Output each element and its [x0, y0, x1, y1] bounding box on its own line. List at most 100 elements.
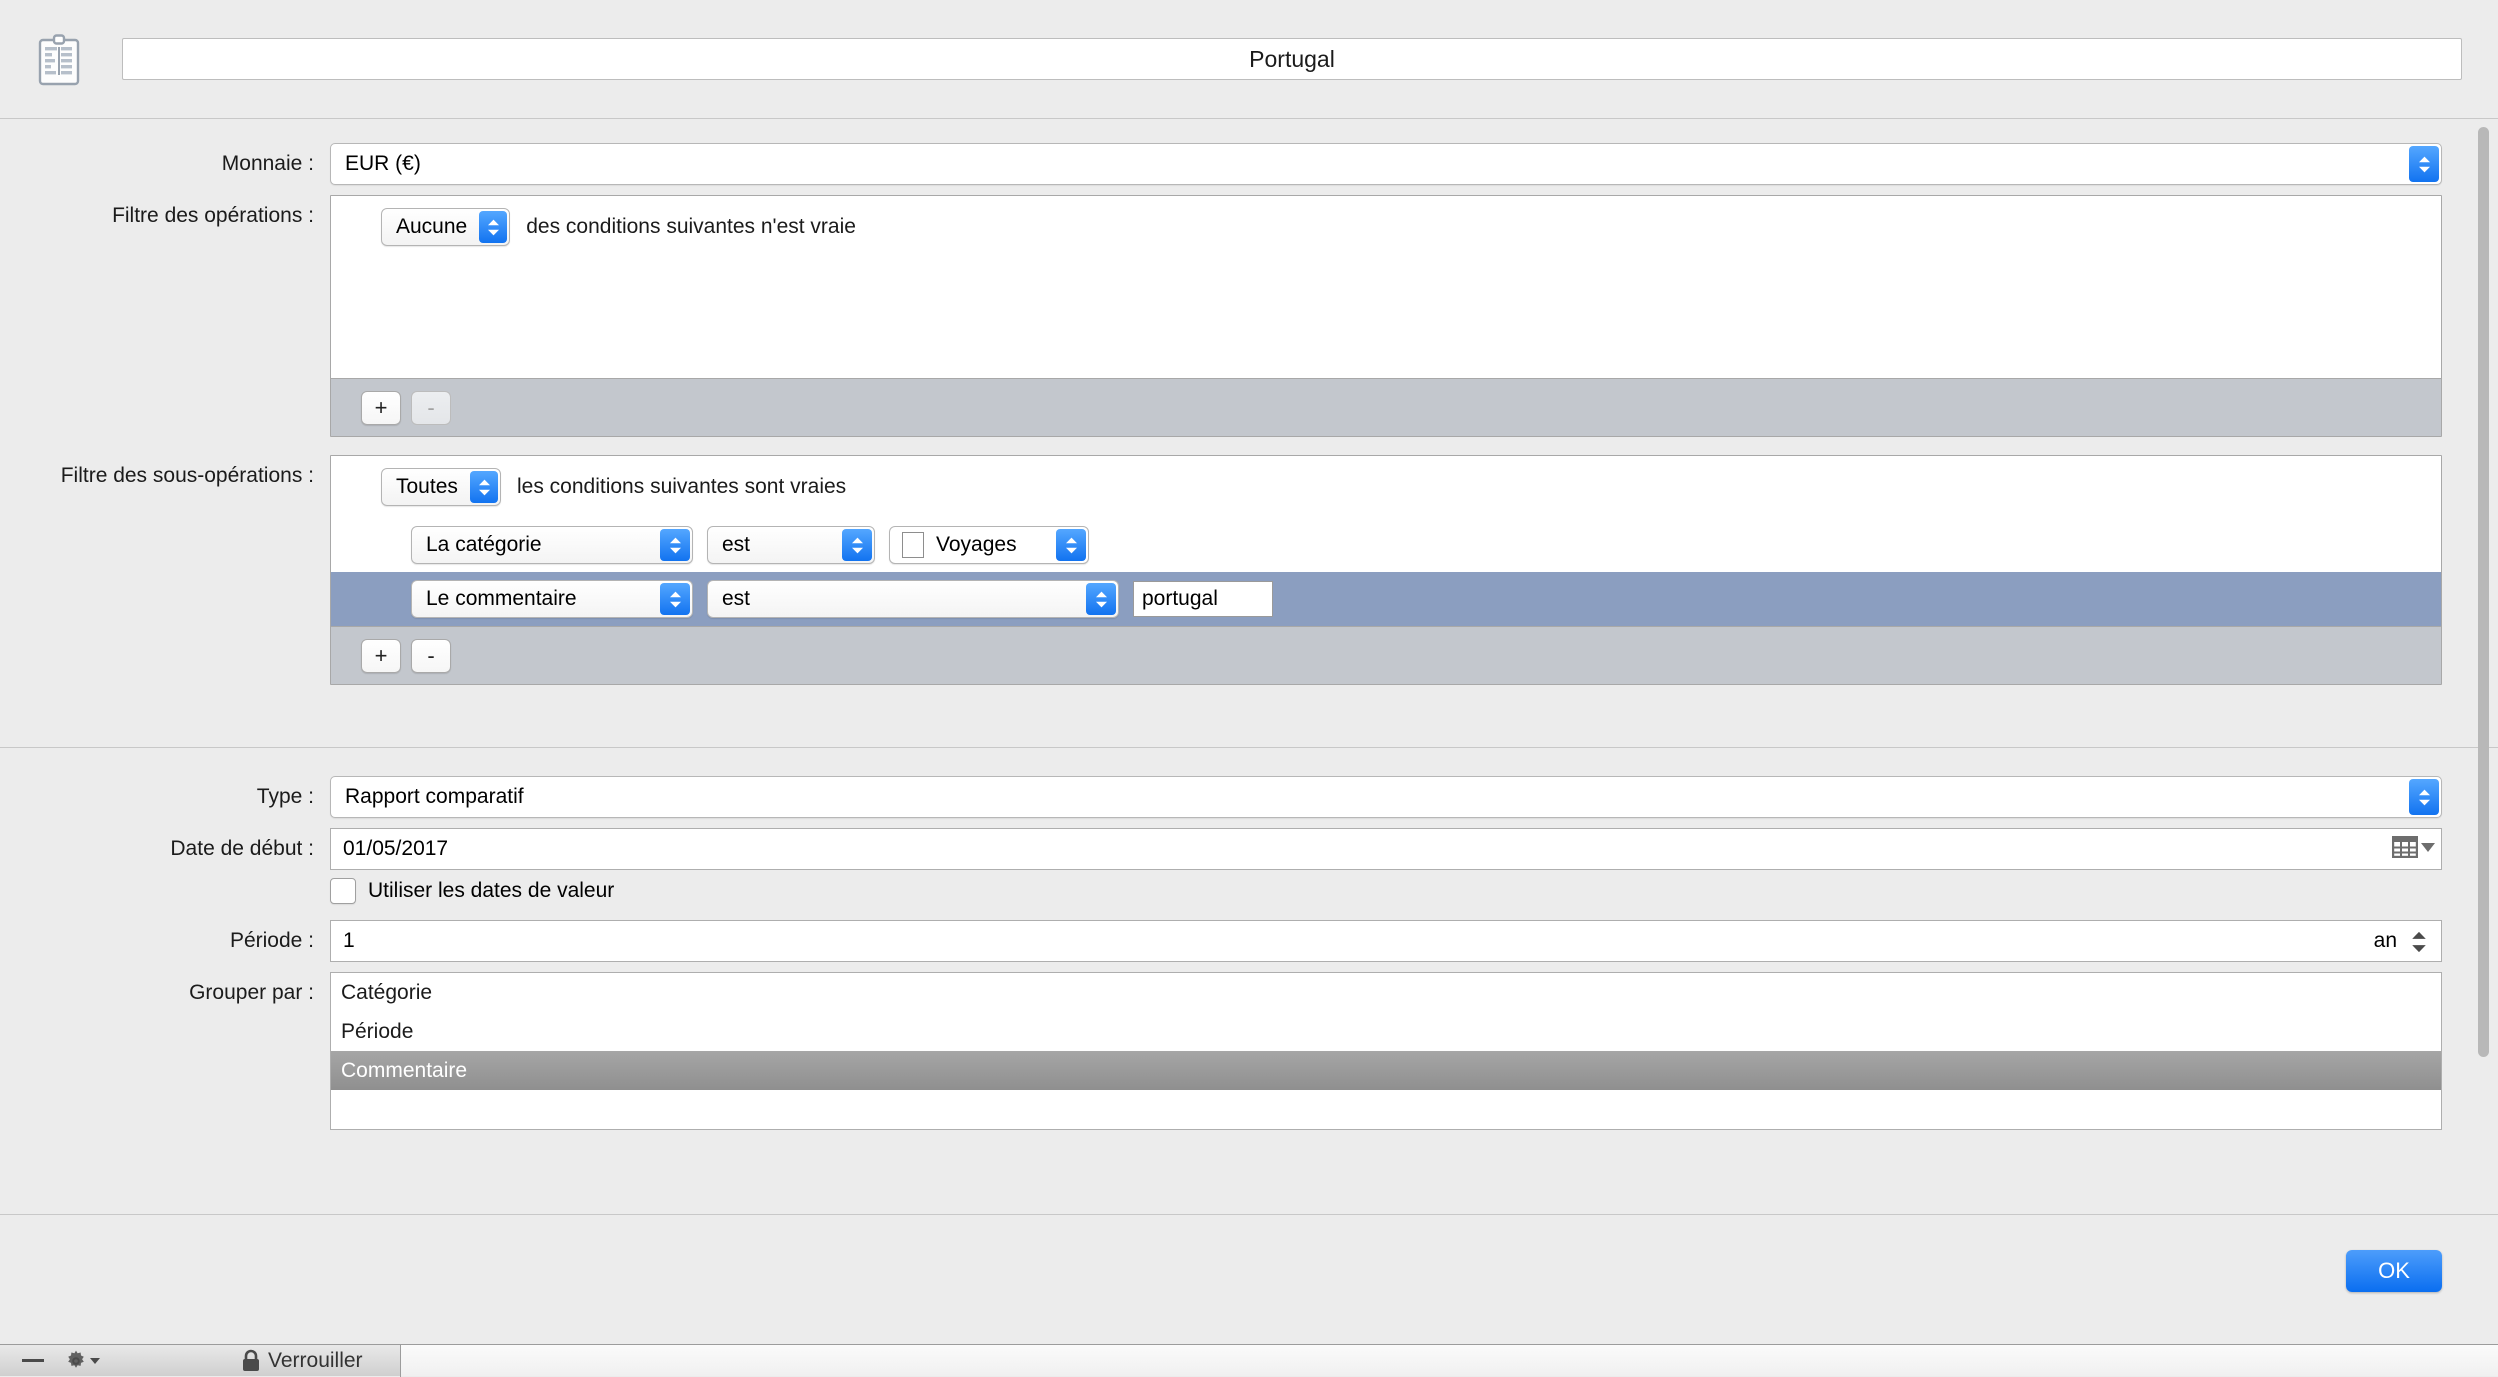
lock-label: Verrouiller — [268, 1348, 363, 1372]
condition-field-value: La catégorie — [426, 533, 542, 556]
lock-icon — [243, 1349, 259, 1371]
date-picker-button[interactable] — [2392, 836, 2435, 858]
condition-category-select[interactable]: Voyages — [889, 526, 1089, 564]
type-select[interactable]: Rapport comparatif — [330, 776, 2442, 818]
ok-button[interactable]: OK — [2346, 1249, 2442, 1292]
condition-operator-value: est — [722, 533, 751, 556]
condition-operator-select[interactable]: est — [707, 526, 875, 564]
condition-category-value: Voyages — [936, 533, 1017, 556]
condition-operator-value: est — [722, 587, 751, 610]
suboperations-match-mode-select[interactable]: Toutes — [381, 468, 501, 506]
group-by-listbox[interactable]: Catégorie Période Commentaire — [330, 972, 2442, 1130]
operations-filter-header: Aucune des conditions suivantes n'est vr… — [331, 196, 2441, 258]
remove-item-button[interactable] — [22, 1359, 44, 1362]
chevron-updown-icon[interactable] — [2409, 779, 2439, 815]
type-value: Rapport comparatif — [345, 785, 524, 808]
condition-text-value: portugal — [1142, 587, 1218, 610]
currency-select[interactable]: EUR (€) — [330, 143, 2442, 185]
operations-filter-row: Filtre des opérations : Aucune des condi… — [0, 195, 2498, 437]
condition-operator-select[interactable]: est — [707, 580, 1119, 618]
settings-menu-button[interactable] — [64, 1349, 100, 1373]
chevron-updown-icon[interactable] — [660, 583, 690, 615]
report-title-value: Portugal — [1249, 45, 1335, 72]
operations-remove-condition-button: - — [411, 390, 451, 425]
suboperations-add-label: + — [374, 642, 388, 668]
suboperations-filter-footer: + - — [331, 626, 2441, 684]
period-value: 1 — [343, 929, 355, 952]
ok-button-label: OK — [2378, 1257, 2410, 1283]
operations-add-condition-button[interactable]: + — [361, 390, 401, 425]
chevron-updown-icon[interactable] — [2409, 146, 2439, 182]
start-date-input[interactable]: 01/05/2017 — [330, 828, 2442, 870]
stepper-down-icon[interactable] — [2411, 944, 2427, 953]
chevron-updown-icon[interactable] — [660, 529, 690, 561]
gear-icon — [68, 1350, 84, 1368]
use-value-dates-checkbox[interactable] — [330, 878, 356, 904]
use-value-dates-row[interactable]: Utiliser les dates de valeur — [330, 878, 2442, 904]
type-label: Type : — [256, 785, 314, 808]
currency-row: Monnaie : EUR (€) — [0, 143, 2498, 185]
condition-row[interactable]: Le commentaire est portugal — [331, 572, 2441, 626]
operations-filter-footer: + - — [331, 378, 2441, 436]
scrollbar-track[interactable] — [2474, 127, 2492, 1207]
chevron-down-icon — [90, 1357, 100, 1364]
type-row: Type : Rapport comparatif — [0, 776, 2498, 818]
dialog-footer: OK — [0, 1214, 2498, 1326]
period-row: Période : 1 an — [0, 920, 2498, 962]
condition-field-value: Le commentaire — [426, 587, 577, 610]
group-by-row: Grouper par : Catégorie Période Commenta… — [0, 972, 2498, 1130]
start-date-row: Date de début : 01/05/2017 Utiliser les … — [0, 828, 2498, 910]
operations-add-label: + — [374, 394, 388, 420]
chevron-down-icon — [2421, 842, 2435, 852]
report-options-panel: Type : Rapport comparatif Date de début … — [0, 748, 2498, 1130]
chevron-updown-icon[interactable] — [479, 211, 508, 243]
report-title-input[interactable]: Portugal — [122, 38, 2462, 80]
chevron-updown-icon[interactable] — [470, 471, 498, 503]
calendar-icon — [2392, 836, 2418, 858]
operations-match-text: des conditions suivantes n'est vraie — [526, 215, 856, 238]
condition-text-input[interactable]: portugal — [1133, 581, 1273, 617]
chevron-updown-icon[interactable] — [842, 529, 872, 561]
period-stepper[interactable] — [2409, 929, 2429, 955]
list-item-label: Période — [341, 1019, 414, 1043]
list-item-empty[interactable] — [331, 1090, 2441, 1129]
lock-button[interactable]: Verrouiller — [240, 1349, 363, 1373]
stepper-up-icon[interactable] — [2411, 931, 2427, 940]
operations-match-mode-select[interactable]: Aucune — [381, 208, 511, 246]
list-item[interactable]: Période — [331, 1012, 2441, 1051]
operations-filter-label: Filtre des opérations : — [112, 204, 314, 227]
dialog-titlebar: Portugal — [0, 0, 2498, 118]
statusbar-right — [401, 1345, 2498, 1376]
currency-label: Monnaie : — [221, 152, 314, 175]
scrollbar-thumb[interactable] — [2478, 127, 2489, 1057]
condition-field-select[interactable]: La catégorie — [411, 526, 693, 564]
currency-value: EUR (€) — [345, 152, 421, 175]
chevron-updown-icon[interactable] — [1056, 529, 1086, 561]
condition-row[interactable]: La catégorie est Voyages — [331, 518, 2441, 572]
group-by-label: Grouper par : — [189, 981, 314, 1004]
category-color-swatch-icon — [902, 532, 924, 558]
suboperations-remove-condition-button[interactable]: - — [411, 638, 451, 673]
list-item-label: Catégorie — [341, 980, 433, 1004]
list-item[interactable]: Catégorie — [331, 973, 2441, 1012]
list-item[interactable]: Commentaire — [331, 1051, 2441, 1090]
suboperations-match-mode-value: Toutes — [396, 475, 458, 498]
condition-field-select[interactable]: Le commentaire — [411, 580, 693, 618]
operations-filter-body: Aucune des conditions suivantes n'est vr… — [331, 196, 2441, 378]
statusbar-left: Verrouiller — [0, 1345, 400, 1376]
chevron-updown-icon[interactable] — [1086, 583, 1116, 615]
period-label: Période : — [229, 929, 314, 952]
suboperations-filter-label: Filtre des sous-opérations : — [60, 464, 314, 487]
start-date-label: Date de début : — [170, 837, 314, 860]
operations-remove-label: - — [427, 394, 435, 420]
suboperations-filter-header: Toutes les conditions suivantes sont vra… — [331, 456, 2441, 518]
suboperations-filter-box: Toutes les conditions suivantes sont vra… — [330, 455, 2442, 685]
operations-filter-box: Aucune des conditions suivantes n'est vr… — [330, 195, 2442, 437]
suboperations-filter-row: Filtre des sous-opérations : Toutes les … — [0, 455, 2498, 685]
period-input[interactable]: 1 an — [330, 920, 2442, 962]
use-value-dates-label: Utiliser les dates de valeur — [368, 879, 615, 902]
suboperations-remove-label: - — [427, 642, 435, 668]
vertical-scrollbar[interactable] — [2474, 127, 2492, 1207]
suboperations-add-condition-button[interactable]: + — [361, 638, 401, 673]
list-item-label: Commentaire — [341, 1058, 468, 1082]
